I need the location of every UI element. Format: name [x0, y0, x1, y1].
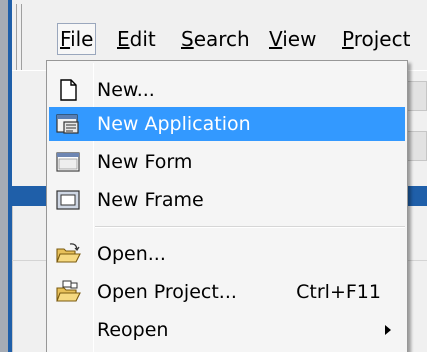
new-application-icon [55, 111, 81, 137]
menu-file[interactable]: File [56, 23, 97, 55]
menu-separator [95, 226, 405, 228]
menu-search[interactable]: Search [181, 24, 250, 54]
submenu-arrow-icon [385, 325, 391, 335]
menu-item-open[interactable]: Open... [49, 237, 405, 271]
open-project-icon [55, 279, 81, 305]
menu-item-label: New Frame [97, 189, 204, 211]
menu-item-label: Open Project... [97, 281, 237, 303]
menu-item-label: Reopen [97, 319, 169, 341]
menu-item-label: Open... [97, 243, 166, 265]
menu-item-label: New Application [97, 113, 251, 135]
screen: File Edit Search View Project New... New… [0, 0, 427, 352]
menu-item-new[interactable]: New... [49, 73, 405, 107]
menu-item-open-project[interactable]: Open Project... Ctrl+F11 [49, 275, 405, 309]
menu-item-label: New Form [97, 151, 193, 173]
menu-item-label: New... [97, 79, 155, 101]
menu-view[interactable]: View [269, 24, 316, 54]
new-form-icon [55, 149, 81, 175]
desktop-edge [0, 0, 8, 352]
menu-item-shortcut: Ctrl+F11 [296, 281, 381, 303]
menu-item-new-frame[interactable]: New Frame [49, 183, 405, 217]
open-folder-icon [55, 241, 81, 267]
file-menu-dropdown: New... New Application New Form New Fram… [46, 60, 408, 352]
menu-item-reopen[interactable]: Reopen [49, 313, 405, 347]
menu-edit[interactable]: Edit [117, 24, 156, 54]
menu-item-new-form[interactable]: New Form [49, 145, 405, 179]
new-frame-icon [55, 187, 81, 213]
new-document-icon [55, 77, 81, 103]
menu-item-new-application[interactable]: New Application [49, 107, 405, 141]
menu-project[interactable]: Project [342, 24, 410, 54]
menubar-grip-line [21, 4, 22, 70]
menubar-grip [16, 4, 17, 70]
